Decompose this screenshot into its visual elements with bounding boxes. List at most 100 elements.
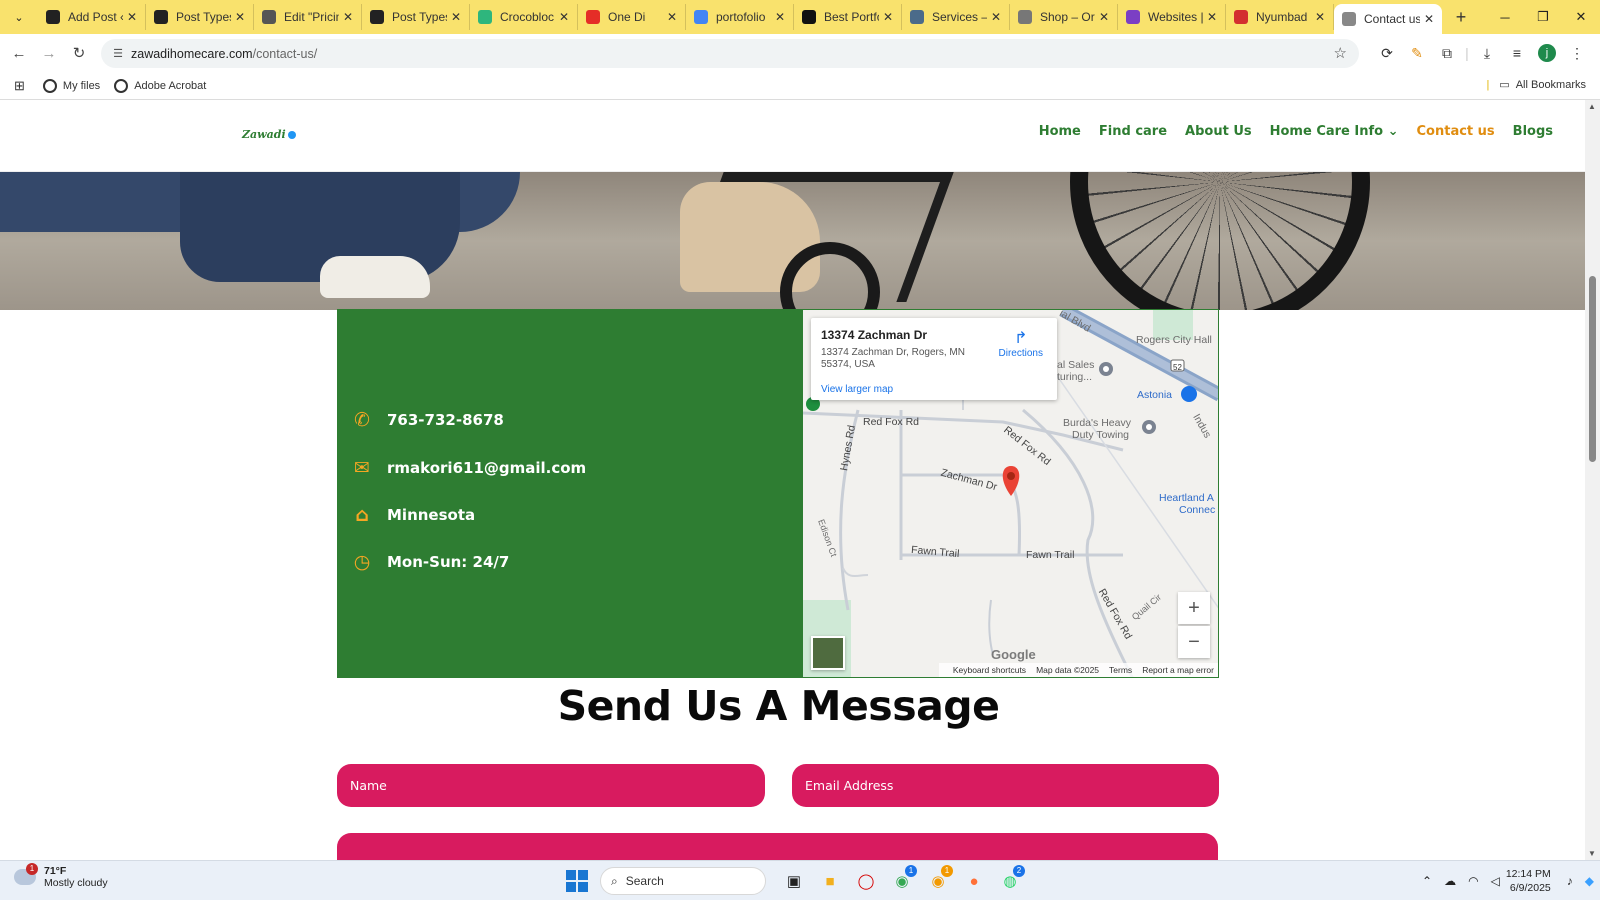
map-pin-icon	[1002, 466, 1020, 496]
close-tab-icon[interactable]: ✕	[1099, 10, 1109, 24]
close-tab-icon[interactable]: ✕	[451, 10, 461, 24]
new-tab-button[interactable]: +	[1448, 7, 1474, 28]
menu-contact-us[interactable]: Contact us	[1417, 124, 1495, 139]
browser-actions: ⟳ ✎ ⧉ | ⤓ ≡ j ⋮	[1372, 38, 1592, 68]
report-map-error-link[interactable]: Report a map error	[1142, 665, 1214, 675]
map-label: Burda's Heavy	[1063, 417, 1131, 429]
windows-start-icon[interactable]	[566, 870, 588, 892]
close-tab-icon[interactable]: ✕	[559, 10, 569, 24]
scroll-down-icon[interactable]: ▼	[1588, 849, 1596, 858]
name-input[interactable]: Name	[337, 764, 765, 807]
menu-home-care-info[interactable]: Home Care Info ⌄	[1270, 124, 1399, 139]
browser-tab[interactable]: Best Portfo ✕	[794, 4, 902, 30]
email-input[interactable]: Email Address	[792, 764, 1219, 807]
bookmark-star-icon[interactable]: ☆	[1334, 44, 1347, 62]
chrome-profile-icon[interactable]: ◉ 1	[923, 865, 953, 895]
terms-link[interactable]: Terms	[1109, 665, 1132, 675]
browser-nav-bar: ← → ↻ ☰ zawadihomecare.com/contact-us/ ☆…	[0, 34, 1600, 72]
browser-tab[interactable]: Crocobloc ✕	[470, 4, 578, 30]
browser-tab[interactable]: Nyumbad ✕	[1226, 4, 1334, 30]
sync-icon[interactable]: ⟳	[1372, 38, 1402, 68]
directions-button[interactable]: ↱ Directions	[999, 328, 1043, 359]
youtube-icon	[586, 10, 600, 24]
browser-tab[interactable]: Edit "Pricin ✕	[254, 4, 362, 30]
notification-badge: 2	[1013, 865, 1025, 877]
close-window-icon[interactable]: ✕	[1562, 0, 1600, 34]
firefox-icon[interactable]: ●	[959, 867, 989, 895]
close-tab-icon[interactable]: ✕	[883, 10, 893, 24]
reload-icon[interactable]: ↻	[64, 38, 94, 68]
scrollbar-thumb[interactable]	[1589, 276, 1596, 462]
volume-icon[interactable]: ◁	[1491, 874, 1500, 888]
taskbar-search[interactable]: ⌕ Search	[600, 867, 766, 895]
next-form-field[interactable]	[337, 833, 1218, 860]
close-tab-icon[interactable]: ✕	[127, 10, 137, 24]
pen-icon[interactable]: ✎	[1402, 38, 1432, 68]
notifications-icon[interactable]: ♪	[1567, 874, 1573, 888]
tab-search-icon[interactable]: ⌄	[6, 4, 32, 30]
close-tab-icon[interactable]: ✕	[1424, 12, 1434, 26]
site-info-icon[interactable]: ☰	[105, 47, 131, 60]
opera-icon[interactable]: ◯	[851, 867, 881, 895]
hours-text: Mon-Sun: 24/7	[387, 553, 510, 571]
contact-phone[interactable]: ✆ 763-732-8678	[349, 407, 504, 433]
all-bookmarks-button[interactable]: | ▭ All Bookmarks	[1486, 78, 1586, 92]
bookmark-my-files[interactable]: My files	[42, 78, 101, 93]
close-tab-icon[interactable]: ✕	[991, 10, 1001, 24]
menu-kebab-icon[interactable]: ⋮	[1562, 38, 1592, 68]
chrome-icon[interactable]: ◉ 1	[887, 865, 917, 895]
onedrive-icon[interactable]: ☁	[1444, 874, 1456, 888]
download-icon[interactable]: ⤓	[1472, 38, 1502, 68]
satellite-toggle[interactable]	[811, 636, 845, 670]
close-tab-icon[interactable]: ✕	[235, 10, 245, 24]
whatsapp-icon[interactable]: ◍ 2	[995, 865, 1025, 895]
address-bar[interactable]: ☰ zawadihomecare.com/contact-us/ ☆	[101, 39, 1359, 68]
zoom-out-button[interactable]: −	[1178, 626, 1210, 658]
close-tab-icon[interactable]: ✕	[775, 10, 785, 24]
site-logo[interactable]: Zawadi	[242, 128, 296, 141]
browser-tab[interactable]: Post Types ✕	[146, 4, 254, 30]
bookmark-label: My files	[62, 79, 101, 92]
menu-about-us[interactable]: About Us	[1185, 124, 1252, 139]
browser-tab[interactable]: Contact us ✕	[1334, 4, 1442, 34]
browser-tab[interactable]: Websites | ✕	[1118, 4, 1226, 30]
contact-email[interactable]: ✉ rmakori611@gmail.com	[349, 455, 586, 481]
weather-widget[interactable]: 1 71°F Mostly cloudy	[14, 863, 108, 889]
copilot-icon[interactable]: ◆	[1585, 874, 1594, 888]
browser-tab[interactable]: portofolio ✕	[686, 4, 794, 30]
keyboard-shortcuts-link[interactable]: Keyboard shortcuts	[953, 665, 1026, 675]
close-tab-icon[interactable]: ✕	[1315, 10, 1325, 24]
zoom-in-button[interactable]: +	[1178, 592, 1210, 624]
bookmark-adobe-acrobat[interactable]: Adobe Acrobat	[114, 78, 207, 93]
profile-avatar[interactable]: j	[1538, 44, 1556, 62]
file-explorer-icon[interactable]: ■	[815, 867, 845, 895]
close-tab-icon[interactable]: ✕	[343, 10, 353, 24]
tab-title: Services –	[932, 10, 987, 24]
forward-icon[interactable]: →	[34, 38, 64, 68]
media-icon[interactable]: ≡	[1502, 38, 1532, 68]
bookmark-label: Adobe Acrobat	[134, 79, 207, 92]
page-scrollbar[interactable]: ▲ ▼	[1585, 100, 1600, 860]
task-view-icon[interactable]: ▣	[779, 867, 809, 895]
menu-home[interactable]: Home	[1039, 124, 1081, 139]
close-tab-icon[interactable]: ✕	[667, 10, 677, 24]
scroll-up-icon[interactable]: ▲	[1588, 102, 1596, 111]
browser-tab[interactable]: Shop – Or ✕	[1010, 4, 1118, 30]
tray-overflow-icon[interactable]: ⌃	[1422, 874, 1432, 888]
view-larger-map-link[interactable]: View larger map	[821, 384, 1047, 395]
wifi-icon[interactable]: ◠	[1468, 874, 1478, 888]
browser-tab[interactable]: Add Post ‹ ✕	[38, 4, 146, 30]
extensions-icon[interactable]: ⧉	[1432, 38, 1462, 68]
maximize-icon[interactable]: ❐	[1524, 0, 1562, 34]
google-map[interactable]: 13374 Zachman Dr 13374 Zachman Dr, Roger…	[802, 309, 1219, 678]
menu-blogs[interactable]: Blogs	[1513, 124, 1553, 139]
browser-tab[interactable]: Services – ✕	[902, 4, 1010, 30]
browser-tab[interactable]: Post Types ✕	[362, 4, 470, 30]
minimize-icon[interactable]: ─	[1486, 0, 1524, 34]
menu-find-care[interactable]: Find care	[1099, 124, 1167, 139]
apps-grid-icon[interactable]: ⊞	[14, 78, 25, 94]
close-tab-icon[interactable]: ✕	[1207, 10, 1217, 24]
clock[interactable]: 12:14 PM 6/9/2025	[1506, 867, 1551, 895]
back-icon[interactable]: ←	[4, 38, 34, 68]
browser-tab[interactable]: One Di ✕	[578, 4, 686, 30]
